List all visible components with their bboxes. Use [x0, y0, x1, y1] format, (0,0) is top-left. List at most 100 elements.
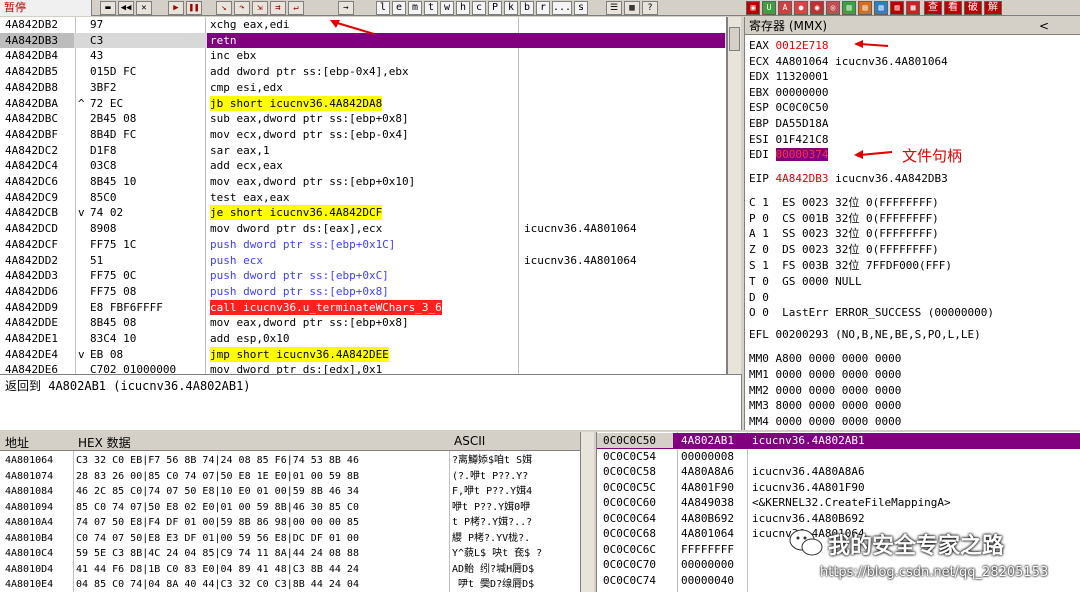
flag-row[interactable]: S 1 FS 003B 32位 7FFDF000(FFF)	[749, 259, 952, 273]
rewind-icon[interactable]: ◀◀	[118, 1, 134, 15]
disasm-row[interactable]: 4A842DB8 3BF2 cmp esi,edx	[0, 80, 726, 96]
toolbar-btn-r[interactable]: r	[536, 1, 550, 15]
goto-icon[interactable]: →	[338, 1, 354, 15]
flag-row[interactable]: Z 0 DS 0023 32位 0(FFFFFFFF)	[749, 243, 939, 257]
plugin-icon-5[interactable]: ◉	[810, 1, 824, 15]
dump-row[interactable]: 4A8010C4 59 5E C3 8B|4C 24 04 85|C9 74 11…	[0, 546, 594, 562]
toolbar-btn-dots[interactable]: ...	[552, 1, 572, 15]
toolbar-btn-k[interactable]: k	[504, 1, 518, 15]
register-value[interactable]: 0012E718	[776, 39, 829, 52]
chevron-left-icon[interactable]: <	[1039, 17, 1049, 35]
disassembly-scrollbar[interactable]	[727, 17, 741, 374]
trace-over-icon[interactable]: ⇉	[270, 1, 286, 15]
register-value[interactable]: 4A801064	[776, 55, 829, 68]
toolbar-btn-e[interactable]: e	[392, 1, 406, 15]
disassembly-pane[interactable]: 4A842DB2 97 xchg eax,edi 4A842DB3 C3 retn 4A84…	[0, 17, 727, 374]
toolbar-btn-b[interactable]: b	[520, 1, 534, 15]
plugin-btn-jie[interactable]: 解	[984, 1, 1002, 15]
mmx-row[interactable]: MM3 8000 0000 0000 0000	[749, 399, 901, 413]
dump-scrollbar[interactable]	[580, 432, 594, 592]
plugin-btn-kan[interactable]: 看	[944, 1, 962, 15]
stack-row[interactable]: 0C0C0C60 4A849038 <&KERNEL32.CreateFileMap…	[597, 495, 1080, 511]
dump-row[interactable]: 4A8010D4 41 44 F6 D8|1B C0 83 E0|04 89 41…	[0, 562, 594, 578]
disasm-row[interactable]: 4A842DB4 43 inc ebx	[0, 48, 726, 64]
disasm-row[interactable]: 4A842DBF 8B4D FC mov ecx,dword ptr ss:[ebp…	[0, 127, 726, 143]
register-value[interactable]: 11320001	[776, 70, 829, 83]
toolbar-btn-s[interactable]: s	[574, 1, 588, 15]
dump-row[interactable]: 4A8010B4 C0 74 07 50|E8 E3 DF 01|00 59 56…	[0, 531, 594, 547]
disasm-row[interactable]: 4A842DC4 03C8 add ecx,eax	[0, 158, 726, 174]
flag-row[interactable]: P 0 CS 001B 32位 0(FFFFFFFF)	[749, 212, 939, 226]
stack-row[interactable]: 0C0C0C58 4A80A8A6 icucnv36.4A80A8A6	[597, 464, 1080, 480]
disasm-row[interactable]: 4A842DC2 D1F8 sar eax,1	[0, 143, 726, 159]
stack-row[interactable]: 0C0C0C50 4A802AB1 icucnv36.4A802AB1	[597, 433, 1080, 449]
flag-row[interactable]: O 0 LastErr ERROR_SUCCESS (00000000)	[749, 306, 994, 320]
stack-row[interactable]: 0C0C0C54 00000008	[597, 449, 1080, 465]
disasm-row[interactable]: 4A842DC6 8B45 10 mov eax,dword ptr ss:[ebp…	[0, 174, 726, 190]
mmx-row[interactable]: MM1 0000 0000 0000 0000	[749, 368, 901, 382]
toolbar-btn-c[interactable]: c	[472, 1, 486, 15]
disasm-row[interactable]: 4A842DD3 FF75 0C push dword ptr ss:[ebp+0x…	[0, 268, 726, 284]
register-value[interactable]: 01F421C8	[776, 133, 829, 146]
toolbar-btn-m[interactable]: m	[408, 1, 422, 15]
register-edx[interactable]: EDX 11320001	[749, 70, 835, 84]
dump-row[interactable]: 4A801064 C3 32 C0 EB|F7 56 8B 74|24 08 85…	[0, 453, 594, 469]
toolbar-btn-l[interactable]: l	[376, 1, 390, 15]
plugin-icon-10[interactable]: ▨	[890, 1, 904, 15]
mmx-row[interactable]: MM0 A800 0000 0000 0000	[749, 352, 901, 366]
register-ebx[interactable]: EBX 00000000	[749, 86, 835, 100]
dump-row[interactable]: 4A801084 46 2C 85 C0|74 07 50 E8|10 E0 01…	[0, 484, 594, 500]
step-into-icon[interactable]: ↘	[216, 1, 232, 15]
plugin-icon-9[interactable]: ▧	[874, 1, 888, 15]
disasm-row[interactable]: 4A842DE4 v EB 08 jmp short icucnv36.4A842DE…	[0, 346, 726, 363]
register-edi[interactable]: EDI 00000374	[749, 148, 835, 162]
toolbar-btn-t[interactable]: t	[424, 1, 438, 15]
plugin-icon-7[interactable]: ▥	[842, 1, 856, 15]
disasm-row[interactable]: 4A842DD6 FF75 08 push dword ptr ss:[ebp+0x…	[0, 284, 726, 300]
list-icon[interactable]: ☰	[606, 1, 622, 15]
step-over-icon[interactable]: ↷	[234, 1, 250, 15]
options-icon[interactable]: ▦	[624, 1, 640, 15]
toolbar-btn-w[interactable]: w	[440, 1, 454, 15]
trace-into-icon[interactable]: ⇲	[252, 1, 268, 15]
help-icon[interactable]: ?	[642, 1, 658, 15]
run-icon[interactable]: ▶	[168, 1, 184, 15]
mmx-row[interactable]: MM4 0000 0000 0000 0000	[749, 415, 901, 429]
open-icon[interactable]: ▬	[100, 1, 116, 15]
plugin-btn-po[interactable]: 破	[964, 1, 982, 15]
disasm-row[interactable]: 4A842DBA ^ 72 EC jb short icucnv36.4A842DA8	[0, 95, 726, 112]
dump-row[interactable]: 4A801094 85 C0 74 07|50 E8 02 E0|01 00 59…	[0, 500, 594, 516]
efl-row[interactable]: EFL 00200293 (NO,B,NE,BE,S,PO,L,LE)	[749, 328, 981, 342]
plugin-icon-8[interactable]: ▤	[858, 1, 872, 15]
plugin-icon-11[interactable]: ▩	[906, 1, 920, 15]
dump-row[interactable]: 4A8010A4 74 07 50 E8|F4 DF 01 00|59 8B 86…	[0, 515, 594, 531]
register-value[interactable]: 00000374	[775, 148, 829, 162]
scroll-thumb[interactable]	[729, 27, 740, 51]
disasm-row[interactable]: 4A842DCB v 74 02 je short icucnv36.4A842DCF	[0, 205, 726, 221]
plugin-icon-6[interactable]: ◎	[826, 1, 840, 15]
flag-row[interactable]: A 1 SS 0023 32位 0(FFFFFFFF)	[749, 227, 939, 241]
register-value[interactable]: 4A842DB3	[776, 172, 829, 185]
disasm-row[interactable]: 4A842DD2 51 push ecx icucnv36.4A801064	[0, 253, 726, 269]
disasm-row[interactable]: 4A842DB5 015D FC add dword ptr ss:[ebp-0x4…	[0, 64, 726, 80]
dump-pane[interactable]: 4A801064 C3 32 C0 EB|F7 56 8B 74|24 08 85…	[0, 451, 594, 592]
register-esi[interactable]: ESI 01F421C8	[749, 133, 835, 147]
execute-till-return-icon[interactable]: ↵	[288, 1, 304, 15]
disasm-row[interactable]: 4A842DD9 E8 FBF6FFFF call icucnv36.u_termi…	[0, 299, 726, 316]
plugin-btn-cha[interactable]: 查	[924, 1, 942, 15]
dump-row[interactable]: 4A8010E4 04 85 C0 74|04 8A 40 44|C3 32 C0…	[0, 577, 594, 592]
disasm-row[interactable]: 4A842DDE 8B45 08 mov eax,dword ptr ss:[ebp…	[0, 315, 726, 331]
register-value[interactable]: 0C0C0C50	[776, 101, 829, 114]
disasm-row[interactable]: 4A842DBC 2B45 08 sub eax,dword ptr ss:[ebp…	[0, 111, 726, 127]
register-eip[interactable]: EIP 4A842DB3 icucnv36.4A842DB3	[749, 172, 948, 186]
flag-row[interactable]: T 0 GS 0000 NULL	[749, 275, 862, 289]
register-value[interactable]: 00000000	[776, 86, 829, 99]
register-value[interactable]: DA55D18A	[776, 117, 829, 130]
flag-row[interactable]: C 1 ES 0023 32位 0(FFFFFFFF)	[749, 196, 939, 210]
pause-icon[interactable]: ❚❚	[186, 1, 202, 15]
disasm-row[interactable]: 4A842DE1 83C4 10 add esp,0x10	[0, 331, 726, 347]
flag-row[interactable]: D 0	[749, 291, 769, 305]
register-esp[interactable]: ESP 0C0C0C50	[749, 101, 835, 115]
plugin-icon-3[interactable]: A	[778, 1, 792, 15]
plugin-icon-2[interactable]: U	[762, 1, 776, 15]
